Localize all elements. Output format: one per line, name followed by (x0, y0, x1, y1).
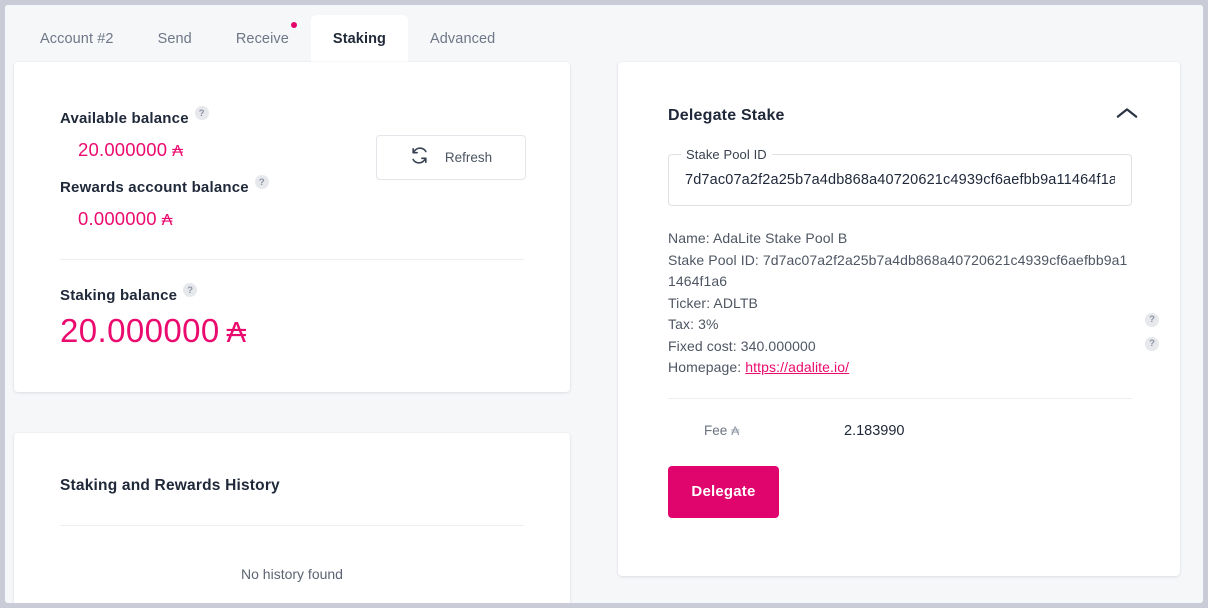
pool-name: Name: AdaLite Stake Pool B (668, 230, 848, 246)
rewards-balance-label: Rewards account balance ? (60, 175, 269, 196)
tab-receive[interactable]: Receive (214, 15, 311, 62)
balance-card-body: Available balance ? 20.000000 ₳ Rewards a… (14, 62, 570, 350)
fee-label: Fee ₳ (704, 423, 740, 438)
divider (60, 525, 524, 526)
delegate-button[interactable]: Delegate (668, 465, 779, 518)
help-icon[interactable]: ? (194, 106, 209, 120)
staking-balance-label: Staking balance ? (60, 283, 198, 304)
refresh-button-label: Refresh (444, 150, 493, 165)
history-title: Staking and Rewards History (60, 477, 280, 494)
pool-info-block: Name: AdaLite Stake Pool B Stake Pool ID… (668, 228, 1159, 379)
pool-homepage: Homepage: https://adalite.io/ (668, 357, 1132, 379)
history-card-body: Staking and Rewards History No history f… (14, 433, 570, 582)
stake-pool-id-input[interactable]: Stake Pool ID 7d7ac07a2f2a25b7a4db868a40… (668, 147, 1132, 206)
app-window: Account #2 Send Receive Staking Advanced… (5, 5, 1203, 603)
balance-card: Available balance ? 20.000000 ₳ Rewards a… (14, 62, 570, 392)
refresh-button[interactable]: Refresh (376, 135, 526, 180)
available-balance-label: Available balance ? (60, 106, 209, 127)
tab-bar: Account #2 Send Receive Staking Advanced (5, 5, 1203, 62)
ada-symbol-icon: ₳ (731, 424, 740, 438)
tab-label: Advanced (430, 30, 496, 47)
notification-dot-icon (290, 22, 297, 28)
ada-symbol-icon: ₳ (172, 143, 184, 160)
divider (668, 397, 1132, 399)
pool-homepage-label: Homepage: (668, 359, 746, 375)
tab-staking[interactable]: Staking (310, 15, 408, 62)
history-card: Staking and Rewards History No history f… (14, 433, 570, 603)
stake-pool-id-label: Stake Pool ID (681, 147, 772, 162)
history-empty-state: No history found (241, 566, 343, 582)
pool-id: Stake Pool ID: 7d7ac07a2f2a25b7a4db868a4… (668, 251, 1128, 290)
chevron-up-icon[interactable] (1112, 100, 1142, 126)
tab-account[interactable]: Account #2 (18, 15, 136, 62)
help-icon[interactable]: ? (183, 283, 198, 297)
fee-value: 2.183990 (844, 422, 905, 439)
pool-ticker: Ticker: ADLTB (668, 294, 758, 311)
delegate-stake-card: Delegate Stake Stake Pool ID 7d7ac07a2f2… (618, 62, 1180, 576)
delegate-stake-title: Delegate Stake (668, 107, 785, 124)
stake-pool-id-value: 7d7ac07a2f2a25b7a4db868a40720621c4939cf6… (685, 172, 1115, 188)
delegate-card-body: Delegate Stake Stake Pool ID 7d7ac07a2f2… (618, 62, 1180, 518)
tab-advanced[interactable]: Advanced (408, 15, 517, 62)
divider (60, 259, 524, 260)
tab-label: Receive (235, 30, 289, 47)
tab-label: Staking (332, 30, 386, 47)
tab-label: Send (157, 30, 192, 47)
pool-fixed-cost: Fixed cost: 340.000000 (668, 337, 816, 354)
ada-symbol-icon: ₳ (161, 212, 173, 229)
refresh-icon (410, 146, 429, 170)
pool-tax: Tax: 3% (668, 316, 719, 332)
tab-send[interactable]: Send (136, 15, 214, 62)
pool-homepage-link[interactable]: https://adalite.io/ (745, 359, 849, 375)
staking-balance-value: 20.000000 ₳ (60, 312, 247, 349)
rewards-balance-value: 0.000000 ₳ (78, 208, 173, 229)
ada-symbol-icon: ₳ (226, 317, 247, 349)
help-icon[interactable]: ? (1145, 333, 1160, 351)
help-icon[interactable]: ? (1145, 309, 1160, 327)
fee-row: Fee ₳ 2.183990 (668, 423, 1132, 439)
tab-label: Account #2 (40, 30, 114, 47)
help-icon[interactable]: ? (254, 175, 269, 189)
